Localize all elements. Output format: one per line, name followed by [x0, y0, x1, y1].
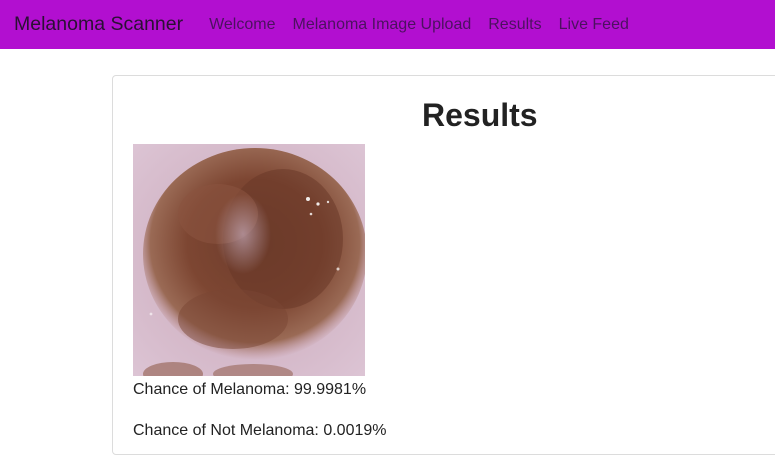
nav-links: Welcome Melanoma Image Upload Results Li…	[209, 16, 646, 34]
nav-link-live-feed[interactable]: Live Feed	[559, 16, 629, 34]
brand-link[interactable]: Melanoma Scanner	[14, 13, 183, 36]
nav-link-image-upload[interactable]: Melanoma Image Upload	[292, 16, 471, 34]
page-title: Results	[422, 97, 538, 133]
melanoma-chance-text: Chance of Melanoma: 99.9981%	[133, 381, 367, 398]
not-melanoma-chance-text: Chance of Not Melanoma: 0.0019%	[133, 422, 387, 439]
nav-link-results[interactable]: Results	[488, 16, 541, 34]
nav-link-welcome[interactable]: Welcome	[209, 16, 275, 34]
top-navbar: Melanoma Scanner Welcome Melanoma Image …	[0, 0, 775, 49]
lesion-image	[133, 144, 365, 376]
